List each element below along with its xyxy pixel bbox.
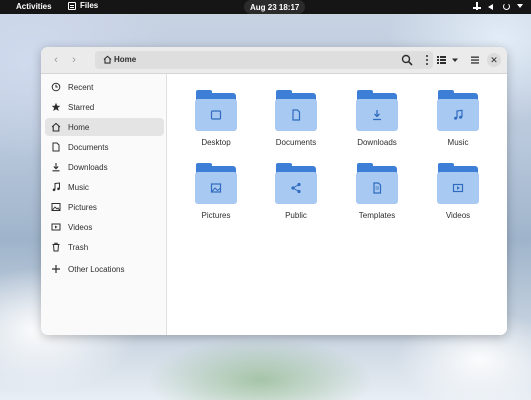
files-window: ‹ › Home ✕ Recent Starred Home Documents… xyxy=(41,47,507,335)
sidebar-item-home[interactable]: Home xyxy=(45,118,164,136)
video-icon xyxy=(51,223,61,231)
sidebar-item-recent[interactable]: Recent xyxy=(45,78,164,96)
sidebar-item-videos[interactable]: Videos xyxy=(45,218,164,236)
close-button[interactable]: ✕ xyxy=(487,53,501,67)
clock[interactable]: Aug 23 18:17 xyxy=(244,0,306,14)
back-button[interactable]: ‹ xyxy=(49,53,63,67)
picture-icon xyxy=(51,203,61,211)
folder-downloads[interactable]: Downloads xyxy=(342,90,412,160)
sidebar-item-label: Home xyxy=(68,122,90,132)
search-icon[interactable] xyxy=(401,54,413,66)
app-menu-files[interactable]: Files xyxy=(68,1,98,10)
folder-label: Desktop xyxy=(201,138,231,147)
music-icon xyxy=(437,90,479,132)
view-options-button[interactable] xyxy=(435,53,461,67)
template-icon xyxy=(356,163,398,205)
folder-music[interactable]: Music xyxy=(423,90,493,160)
sidebar-item-music[interactable]: Music xyxy=(45,178,164,196)
document-icon xyxy=(275,90,317,132)
music-icon xyxy=(52,182,60,192)
header-bar: ‹ › Home ✕ xyxy=(41,47,507,74)
sidebar-item-label: Recent xyxy=(68,82,94,92)
sidebar-item-label: Music xyxy=(68,182,89,192)
top-bar: Activities Files Aug 23 18:17 xyxy=(0,0,531,14)
star-icon xyxy=(51,102,61,111)
sidebar-item-downloads[interactable]: Downloads xyxy=(45,158,164,176)
files-app-icon xyxy=(68,1,76,10)
folder-icon xyxy=(195,90,237,132)
folder-label: Pictures xyxy=(201,211,231,220)
folder-label: Music xyxy=(447,138,469,147)
folder-desktop[interactable]: Desktop xyxy=(181,90,251,160)
home-icon xyxy=(103,55,112,64)
download-icon xyxy=(52,163,60,172)
folder-label: Videos xyxy=(445,211,471,220)
folder-videos[interactable]: Videos xyxy=(423,163,493,233)
network-icon xyxy=(473,2,481,10)
sidebar: Recent Starred Home Documents Downloads … xyxy=(41,74,167,335)
download-icon xyxy=(356,90,398,132)
trash-icon xyxy=(52,242,60,252)
picture-icon xyxy=(195,163,237,205)
folder-public[interactable]: Public xyxy=(261,163,331,233)
path-menu-button[interactable] xyxy=(425,54,429,66)
folder-pictures[interactable]: Pictures xyxy=(181,163,251,233)
folder-label: Documents xyxy=(275,138,317,147)
sidebar-item-starred[interactable]: Starred xyxy=(45,98,164,116)
sidebar-item-label: Starred xyxy=(68,102,95,112)
document-icon xyxy=(52,142,60,152)
app-name: Files xyxy=(80,1,99,10)
sidebar-item-pictures[interactable]: Pictures xyxy=(45,198,164,216)
video-icon xyxy=(437,163,479,205)
hamburger-menu-icon[interactable] xyxy=(468,53,482,67)
volume-icon xyxy=(488,2,496,10)
sidebar-item-trash[interactable]: Trash xyxy=(45,238,164,256)
sidebar-item-documents[interactable]: Documents xyxy=(45,138,164,156)
share-icon xyxy=(275,163,317,205)
sidebar-item-other-locations[interactable]: Other Locations xyxy=(45,260,164,278)
folder-documents[interactable]: Documents xyxy=(261,90,331,160)
system-menu[interactable] xyxy=(473,2,523,10)
folder-label: Public xyxy=(285,211,307,220)
file-view: Desktop Documents Downloads Music Pictur… xyxy=(167,74,507,335)
chevron-down-icon xyxy=(517,4,523,8)
forward-button[interactable]: › xyxy=(67,53,81,67)
plus-icon xyxy=(52,265,60,273)
sidebar-item-label: Videos xyxy=(68,222,93,232)
folder-label: Templates xyxy=(358,211,396,220)
path-bar[interactable]: Home xyxy=(95,51,433,69)
sidebar-item-label: Other Locations xyxy=(68,264,125,274)
sidebar-item-label: Pictures xyxy=(68,202,97,212)
sidebar-item-label: Trash xyxy=(68,242,89,252)
activities-button[interactable]: Activities xyxy=(16,2,52,11)
clock-icon xyxy=(51,82,61,92)
power-icon xyxy=(503,2,510,10)
sidebar-item-label: Documents xyxy=(68,142,109,152)
folder-label: Downloads xyxy=(357,138,397,147)
home-icon xyxy=(51,122,61,132)
sidebar-item-label: Downloads xyxy=(68,162,108,172)
path-label: Home xyxy=(114,55,137,64)
folder-templates[interactable]: Templates xyxy=(342,163,412,233)
